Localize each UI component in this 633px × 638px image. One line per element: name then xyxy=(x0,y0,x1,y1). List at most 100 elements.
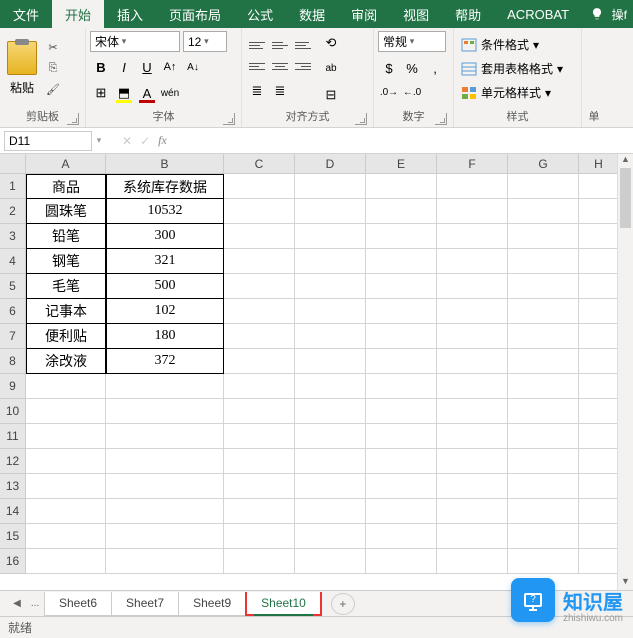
cell-H7[interactable] xyxy=(579,324,619,349)
cell-F9[interactable] xyxy=(437,374,508,399)
cell-F1[interactable] xyxy=(437,174,508,199)
cell-C12[interactable] xyxy=(224,449,295,474)
cell-C7[interactable] xyxy=(224,324,295,349)
cell-A9[interactable] xyxy=(26,374,106,399)
cell-F4[interactable] xyxy=(437,249,508,274)
cell-C5[interactable] xyxy=(224,274,295,299)
conditional-format-button[interactable]: 条件格式 ▾ xyxy=(458,34,566,56)
grow-font-button[interactable]: A↑ xyxy=(159,56,181,78)
col-header-D[interactable]: D xyxy=(295,154,366,174)
copy-button[interactable]: ⎘ xyxy=(42,59,64,79)
fx-icon[interactable]: fx xyxy=(158,133,167,148)
cell-E5[interactable] xyxy=(366,274,437,299)
dialog-launcher-icon[interactable] xyxy=(67,113,79,125)
cell-G12[interactable] xyxy=(508,449,579,474)
cell-G15[interactable] xyxy=(508,524,579,549)
cell-B6[interactable]: 102 xyxy=(106,299,224,324)
row-header-8[interactable]: 8 xyxy=(0,349,26,374)
cell-F12[interactable] xyxy=(437,449,508,474)
row-header-4[interactable]: 4 xyxy=(0,249,26,274)
cell-D1[interactable] xyxy=(295,174,366,199)
bold-button[interactable]: B xyxy=(90,56,112,78)
cell-B12[interactable] xyxy=(106,449,224,474)
cell-F5[interactable] xyxy=(437,274,508,299)
cell-B11[interactable] xyxy=(106,424,224,449)
cell-F8[interactable] xyxy=(437,349,508,374)
cell-C16[interactable] xyxy=(224,549,295,574)
comma-button[interactable]: , xyxy=(424,57,446,79)
cell-A10[interactable] xyxy=(26,399,106,424)
cell-D2[interactable] xyxy=(295,199,366,224)
ribbon-tab-开始[interactable]: 开始 xyxy=(52,0,104,28)
align-right-button[interactable] xyxy=(292,56,314,76)
cell-E16[interactable] xyxy=(366,549,437,574)
merge-button[interactable]: ⊟ xyxy=(320,84,342,106)
cell-D14[interactable] xyxy=(295,499,366,524)
cell-C2[interactable] xyxy=(224,199,295,224)
cell-G13[interactable] xyxy=(508,474,579,499)
ribbon-tab-公式[interactable]: 公式 xyxy=(234,0,286,28)
cell-C1[interactable] xyxy=(224,174,295,199)
cell-G1[interactable] xyxy=(508,174,579,199)
cell-D7[interactable] xyxy=(295,324,366,349)
align-middle-button[interactable] xyxy=(269,35,291,55)
col-header-C[interactable]: C xyxy=(224,154,295,174)
cell-A1[interactable]: 商品 xyxy=(26,174,106,199)
ribbon-tab-视图[interactable]: 视图 xyxy=(390,0,442,28)
cell-F2[interactable] xyxy=(437,199,508,224)
col-header-H[interactable]: H xyxy=(579,154,619,174)
increase-indent-button[interactable]: ≣ xyxy=(269,80,291,102)
cell-styles-button[interactable]: 单元格样式 ▾ xyxy=(458,82,566,104)
cell-B4[interactable]: 321 xyxy=(106,249,224,274)
paste-button[interactable]: 粘贴 xyxy=(4,41,40,96)
cell-D3[interactable] xyxy=(295,224,366,249)
row-header-10[interactable]: 10 xyxy=(0,399,26,424)
cell-A6[interactable]: 记事本 xyxy=(26,299,106,324)
row-header-6[interactable]: 6 xyxy=(0,299,26,324)
cell-B13[interactable] xyxy=(106,474,224,499)
cell-F13[interactable] xyxy=(437,474,508,499)
decrease-indent-button[interactable]: ≣ xyxy=(246,80,268,102)
align-left-button[interactable] xyxy=(246,56,268,76)
cell-A13[interactable] xyxy=(26,474,106,499)
align-bottom-button[interactable] xyxy=(292,35,314,55)
dialog-launcher-icon[interactable] xyxy=(435,113,447,125)
col-header-B[interactable]: B xyxy=(106,154,224,174)
cell-H1[interactable] xyxy=(579,174,619,199)
cell-G10[interactable] xyxy=(508,399,579,424)
dialog-launcher-icon[interactable] xyxy=(223,113,235,125)
font-name-combo[interactable]: 宋体▾ xyxy=(90,31,180,52)
cell-B7[interactable]: 180 xyxy=(106,324,224,349)
cut-button[interactable]: ✂ xyxy=(42,38,64,58)
cell-B5[interactable]: 500 xyxy=(106,274,224,299)
sheet-nav-prev[interactable]: ◀ xyxy=(8,593,26,615)
cell-E9[interactable] xyxy=(366,374,437,399)
font-size-combo[interactable]: 12▾ xyxy=(183,31,227,52)
cell-E13[interactable] xyxy=(366,474,437,499)
formula-bar-input[interactable] xyxy=(173,131,633,151)
cell-F11[interactable] xyxy=(437,424,508,449)
cell-E15[interactable] xyxy=(366,524,437,549)
cell-C9[interactable] xyxy=(224,374,295,399)
cell-B15[interactable] xyxy=(106,524,224,549)
cell-H16[interactable] xyxy=(579,549,619,574)
cell-E1[interactable] xyxy=(366,174,437,199)
cell-A8[interactable]: 涂改液 xyxy=(26,349,106,374)
cell-B9[interactable] xyxy=(106,374,224,399)
cell-C14[interactable] xyxy=(224,499,295,524)
cell-H6[interactable] xyxy=(579,299,619,324)
col-header-F[interactable]: F xyxy=(437,154,508,174)
cell-F10[interactable] xyxy=(437,399,508,424)
cell-B14[interactable] xyxy=(106,499,224,524)
cell-G6[interactable] xyxy=(508,299,579,324)
col-header-G[interactable]: G xyxy=(508,154,579,174)
cell-F3[interactable] xyxy=(437,224,508,249)
cell-H13[interactable] xyxy=(579,474,619,499)
cell-B3[interactable]: 300 xyxy=(106,224,224,249)
cell-A15[interactable] xyxy=(26,524,106,549)
cell-G9[interactable] xyxy=(508,374,579,399)
cell-F16[interactable] xyxy=(437,549,508,574)
cell-H8[interactable] xyxy=(579,349,619,374)
cell-E2[interactable] xyxy=(366,199,437,224)
cell-E11[interactable] xyxy=(366,424,437,449)
